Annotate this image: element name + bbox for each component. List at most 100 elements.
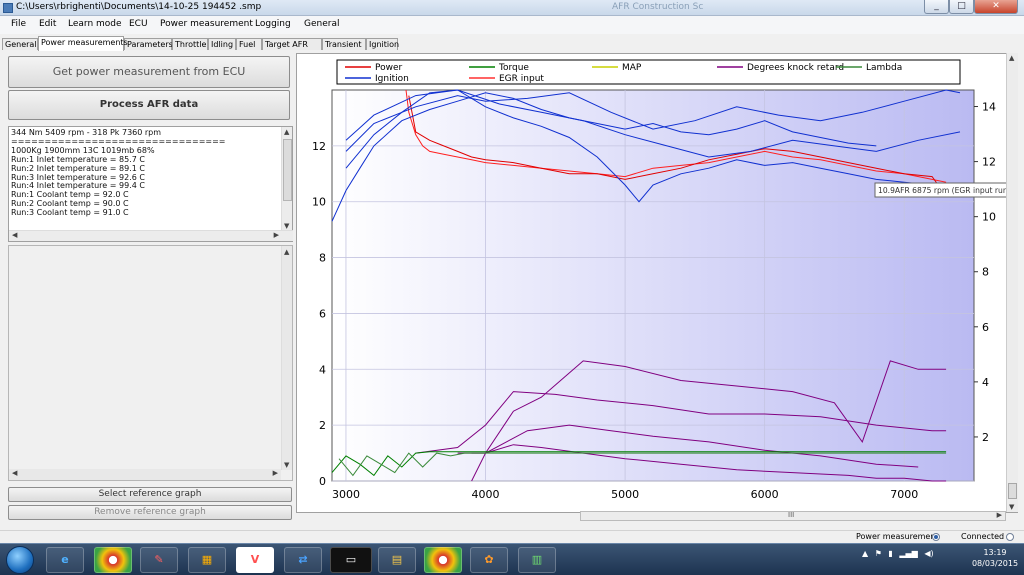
reference-list[interactable]: ▲ ▼ ◀ ▶ bbox=[8, 245, 293, 481]
y-left-tick-label: 8 bbox=[319, 252, 326, 265]
y-right-tick-label: 4 bbox=[982, 376, 989, 389]
scroll-down-arrow-icon[interactable]: ▼ bbox=[284, 461, 289, 469]
scroll-up-arrow-icon[interactable]: ▲ bbox=[1009, 54, 1014, 62]
menu-edit[interactable]: Edit bbox=[39, 19, 56, 29]
chart-horizontal-scrollbar[interactable]: III ▶ bbox=[580, 511, 1006, 521]
power-chart[interactable]: 0246810123000 4000 5000 6000 70002468101214 … bbox=[297, 54, 1018, 512]
volume-icon[interactable]: ◀) bbox=[924, 549, 933, 558]
legend-label: Degrees knock retard bbox=[747, 63, 844, 73]
process-afr-button[interactable]: Process AFR data bbox=[8, 90, 290, 120]
log-vertical-scrollbar[interactable]: ▲ ▼ bbox=[281, 127, 292, 231]
tab-throttle[interactable]: Throttle bbox=[172, 38, 208, 50]
plot-area bbox=[331, 89, 975, 482]
network-icon[interactable]: ▮ bbox=[888, 549, 892, 558]
y-left-tick-label: 4 bbox=[319, 363, 326, 376]
y-right-tick-label: 14 bbox=[982, 101, 996, 114]
scroll-up-arrow-icon[interactable]: ▲ bbox=[284, 128, 289, 136]
tab-fuel[interactable]: Fuel bbox=[236, 38, 262, 50]
log-horizontal-scrollbar[interactable]: ◀ ▶ bbox=[9, 230, 293, 241]
window-title: C:\Users\rbrighenti\Documents\14-10-25 1… bbox=[16, 2, 262, 12]
scroll-left-arrow-icon[interactable]: ◀ bbox=[12, 231, 17, 239]
tab-general[interactable]: General bbox=[2, 38, 38, 50]
menu-learn-mode[interactable]: Learn mode bbox=[68, 19, 122, 29]
close-button[interactable]: ✕ bbox=[974, 0, 1018, 14]
menu-ecu[interactable]: ECU bbox=[129, 19, 148, 29]
scroll-up-arrow-icon[interactable]: ▲ bbox=[284, 248, 289, 256]
tab-target-afr[interactable]: Target AFR bbox=[262, 38, 322, 50]
tab-idling[interactable]: Idling bbox=[208, 38, 236, 50]
teamviewer-icon[interactable]: ⇄ bbox=[284, 547, 322, 573]
remove-reference-graph-button[interactable]: Remove reference graph bbox=[8, 505, 292, 520]
power-measurement-status-label: Power measurement bbox=[856, 532, 939, 541]
gimp-tool-icon[interactable]: ✎ bbox=[140, 547, 178, 573]
y-right-tick-label: 8 bbox=[982, 266, 989, 279]
scroll-grip[interactable]: III bbox=[788, 511, 794, 519]
title-bar: C:\Users\rbrighenti\Documents\14-10-25 1… bbox=[0, 0, 1024, 16]
legend-label: Torque bbox=[498, 63, 529, 73]
power-measurement-radio[interactable] bbox=[932, 533, 940, 541]
menu-power-measurement[interactable]: Power measurement bbox=[160, 19, 253, 29]
connected-status-label: Connected bbox=[961, 532, 1005, 541]
scroll-right-arrow-icon[interactable]: ▶ bbox=[274, 231, 279, 239]
tab-transient[interactable]: Transient bbox=[322, 38, 366, 50]
tab-parameters[interactable]: Parameters bbox=[124, 38, 173, 50]
start-button[interactable] bbox=[6, 546, 34, 574]
reference-horizontal-scrollbar[interactable]: ◀ ▶ bbox=[9, 469, 281, 480]
vnc-viewer-icon[interactable]: V bbox=[236, 547, 274, 573]
tab-power-measurements[interactable]: Power measurements bbox=[38, 36, 128, 51]
y-right-tick-label: 10 bbox=[982, 211, 996, 224]
app-grid-icon[interactable]: ▦ bbox=[188, 547, 226, 573]
x-tick-label: 4000 bbox=[472, 488, 500, 501]
y-left-tick-label: 12 bbox=[312, 140, 326, 153]
spreadsheet-icon[interactable]: ▥ bbox=[518, 547, 556, 573]
clock-date: 08/03/2015 bbox=[971, 559, 1019, 568]
status-bar: Power measurement Connected bbox=[0, 530, 1024, 543]
app-icon bbox=[3, 3, 13, 13]
scroll-thumb[interactable] bbox=[1008, 483, 1017, 499]
connected-radio[interactable] bbox=[1006, 533, 1014, 541]
chart-vertical-scrollbar[interactable]: ▲ ▼ bbox=[1006, 53, 1018, 512]
legend-label: Power bbox=[375, 63, 403, 73]
y-left-tick-label: 0 bbox=[319, 475, 326, 488]
file-explorer-icon[interactable]: ▤ bbox=[378, 547, 416, 573]
scroll-right-arrow-icon[interactable]: ▶ bbox=[273, 469, 278, 477]
scroll-left-arrow-icon[interactable]: ◀ bbox=[12, 469, 17, 477]
menu-file[interactable]: File bbox=[11, 19, 26, 29]
y-left-tick-label: 6 bbox=[319, 307, 326, 320]
paint-icon[interactable]: ✿ bbox=[470, 547, 508, 573]
flag-icon[interactable]: ⚑ bbox=[875, 549, 882, 558]
results-log[interactable]: 344 Nm 5409 rpm - 318 Pk 7360 rpm ======… bbox=[8, 126, 293, 242]
menu-logging[interactable]: Logging bbox=[255, 19, 291, 29]
scroll-down-arrow-icon[interactable]: ▼ bbox=[1009, 503, 1014, 511]
signal-bars-icon[interactable]: ▂▄▆ bbox=[899, 549, 917, 558]
reference-vertical-scrollbar[interactable]: ▲ ▼ bbox=[281, 246, 292, 470]
x-tick-label: 3000 bbox=[332, 488, 360, 501]
taskbar-clock[interactable]: 13:19 08/03/2015 bbox=[970, 547, 1020, 569]
legend-label: Lambda bbox=[866, 63, 902, 73]
x-tick-label: 6000 bbox=[751, 488, 779, 501]
minimize-button[interactable]: _ bbox=[924, 0, 949, 14]
background-window-title: AFR Construction Sc bbox=[612, 2, 704, 12]
select-reference-graph-button[interactable]: Select reference graph bbox=[8, 487, 292, 502]
scroll-down-arrow-icon[interactable]: ▼ bbox=[284, 222, 289, 230]
y-right-tick-label: 12 bbox=[982, 156, 996, 169]
chrome-icon-2[interactable] bbox=[424, 547, 462, 573]
legend-label: Ignition bbox=[375, 74, 409, 84]
left-panel: Get power measurement from ECU Process A… bbox=[5, 53, 293, 528]
menu-bar: File Edit Learn mode ECU Power measureme… bbox=[0, 16, 1024, 34]
tab-ignition[interactable]: Ignition bbox=[366, 38, 399, 50]
maximize-button[interactable]: □ bbox=[949, 0, 974, 14]
y-left-tick-label: 2 bbox=[319, 419, 326, 432]
legend-label: MAP bbox=[622, 63, 642, 73]
internet-explorer-icon[interactable]: e bbox=[46, 547, 84, 573]
system-tray: ▲ ⚑ ▮ ▂▄▆ ◀) bbox=[862, 549, 934, 558]
scroll-right-arrow-icon[interactable]: ▶ bbox=[997, 511, 1002, 519]
command-prompt-icon[interactable]: ▭ bbox=[330, 547, 372, 573]
chrome-icon[interactable] bbox=[94, 547, 132, 573]
menu-general[interactable]: General bbox=[304, 19, 339, 29]
get-power-measurement-button[interactable]: Get power measurement from ECU bbox=[8, 56, 290, 88]
legend-label: EGR input bbox=[499, 74, 544, 84]
scroll-thumb[interactable] bbox=[283, 139, 292, 201]
show-hidden-icons-icon[interactable]: ▲ bbox=[862, 549, 868, 558]
log-lines: 344 Nm 5409 rpm - 318 Pk 7360 rpm ======… bbox=[11, 129, 281, 229]
